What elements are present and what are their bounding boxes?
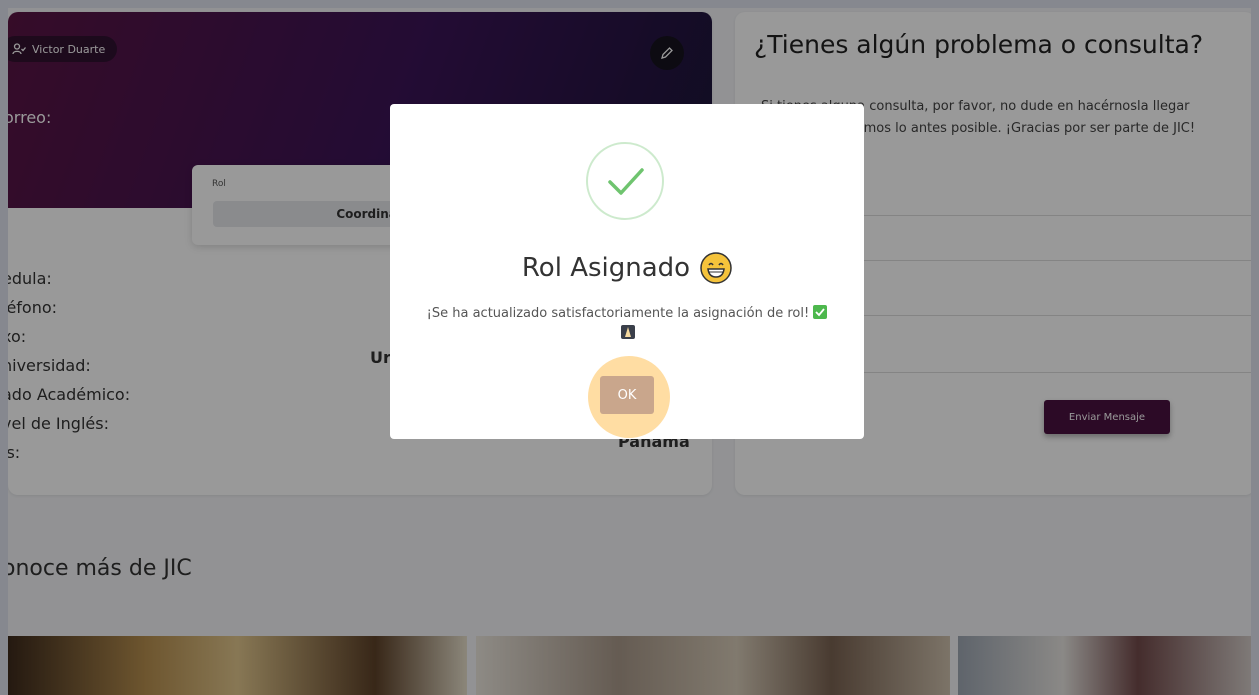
dialog-title: Rol Asignado — [390, 252, 864, 284]
dialog-message-text: ¡Se ha actualizado satisfactoriamente la… — [426, 306, 810, 321]
check-emoji-icon — [813, 305, 828, 319]
success-check-icon — [586, 142, 664, 220]
grin-emoji-icon — [700, 252, 732, 284]
dialog-title-text: Rol Asignado — [521, 253, 691, 283]
pray-emoji-icon — [621, 325, 635, 339]
checkmark-icon — [608, 168, 644, 195]
dialog-message: ¡Se ha actualizado satisfactoriamente la… — [420, 304, 834, 344]
ok-button[interactable]: OK — [600, 376, 654, 414]
success-dialog: Rol Asignado ¡Se ha actualizado satisfac… — [390, 104, 864, 439]
